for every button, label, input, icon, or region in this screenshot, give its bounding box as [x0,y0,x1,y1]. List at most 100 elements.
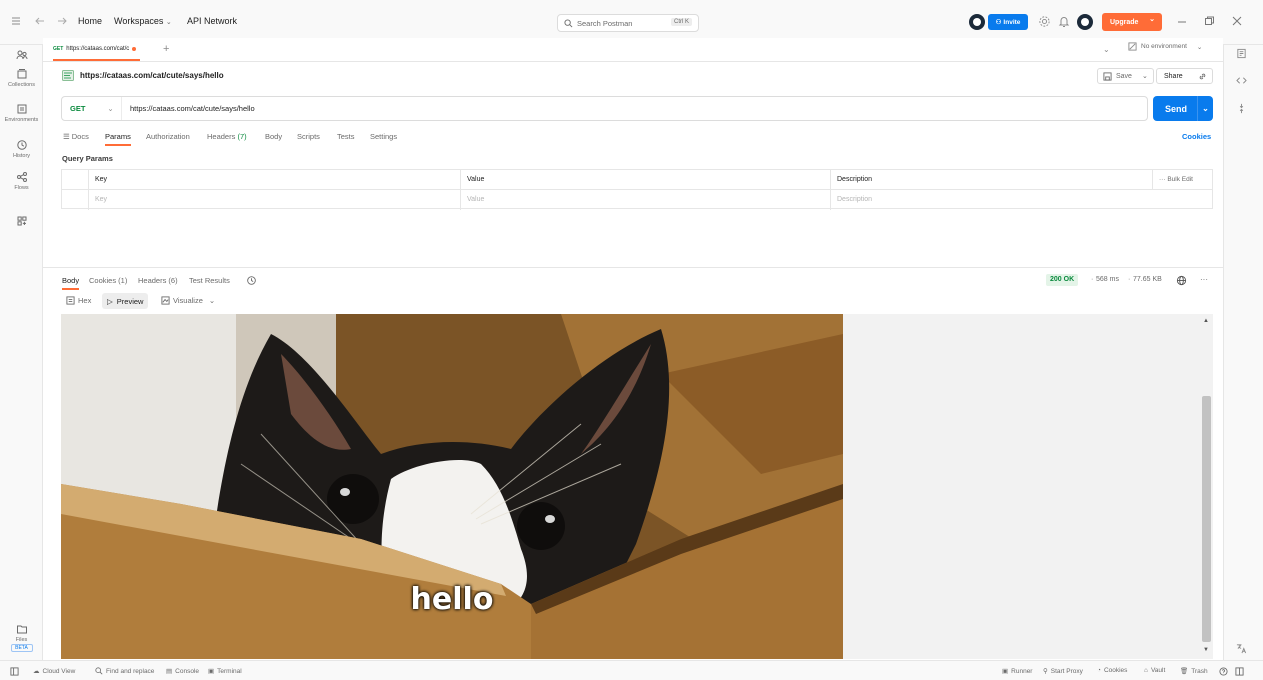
environment-selector[interactable]: No environment ⌄ [1128,42,1202,51]
response-tab-headers[interactable]: Headers (6) [138,276,178,285]
view-mode-visualize[interactable]: Visualize ⌄ [161,296,215,305]
profile-avatar[interactable] [1077,14,1093,30]
console-button[interactable]: ▤ Console [166,667,199,676]
share-button[interactable]: Share [1156,68,1213,84]
avatar[interactable] [969,14,985,30]
menu-icon[interactable] [10,15,22,27]
scroll-up-arrow-icon[interactable]: ▲ [1203,318,1209,324]
nav-workspaces[interactable]: Workspaces ⌄ [114,16,172,26]
response-tab-body[interactable]: Body [62,276,80,290]
bulk-edit-button[interactable]: ··· Bulk Edit [1152,170,1214,190]
response-time[interactable]: 568 ms [1096,276,1119,283]
tab-list-chevron-icon[interactable]: ⌄ [1103,45,1110,54]
vault-button[interactable]: ⌂ Vault [1144,667,1165,674]
tab-scripts[interactable]: Scripts [297,132,320,141]
scroll-down-arrow-icon[interactable]: ▼ [1203,647,1209,653]
more-options-icon[interactable]: ··· [1200,275,1208,284]
image-caption: hello [410,582,494,617]
play-icon: ▷ [107,296,113,306]
column-value-header: Value [460,170,830,190]
forward-arrow-icon[interactable] [56,15,68,27]
restore-window-icon[interactable] [1203,15,1215,27]
view-mode-hex[interactable]: Hex [66,296,91,305]
send-button[interactable]: Send ⌄ [1153,96,1213,121]
sidebar-item-collections[interactable]: Collections [0,68,43,88]
tab-docs[interactable]: ☰ Docs [63,132,89,141]
right-rail [1223,45,1263,660]
view-mode-preview[interactable]: ▷ Preview [102,293,149,309]
back-arrow-icon[interactable] [34,15,46,27]
url-input[interactable]: https://cataas.com/cat/cute/says/hello [122,104,1147,113]
send-options-chevron-icon[interactable]: ⌄ [1197,96,1213,121]
trash-button[interactable]: 🗑 Trash [1180,667,1208,676]
pane-divider[interactable] [43,267,1223,268]
sidebar-item-flows[interactable]: Flows [0,171,43,191]
value-input[interactable]: Value [460,190,830,210]
layout-toggle-icon[interactable] [1235,667,1244,676]
response-separator: · [1091,276,1094,283]
code-snippet-icon[interactable] [1236,75,1247,86]
cookies-button[interactable]: ◔ Cookies [1097,667,1127,674]
tab-settings[interactable]: Settings [370,132,397,141]
tab-params[interactable]: Params [105,132,131,146]
save-button[interactable]: Save ⌄ [1097,68,1154,84]
sidebar-item-add-workbench[interactable] [0,215,43,229]
upgrade-button[interactable]: Upgrade ⌄ [1102,13,1162,31]
tab-tests[interactable]: Tests [337,132,355,141]
cat-image: hello [61,314,843,659]
trash-icon: 🗑 [1180,668,1189,675]
sidebar-item-history[interactable]: History [0,139,43,159]
start-proxy-button[interactable]: ⚲ Start Proxy [1043,667,1083,676]
invite-button[interactable]: ⚇ Invite [988,14,1028,30]
trash-label: Trash [1191,667,1208,675]
documentation-icon[interactable] [1236,48,1247,59]
nav-api-network[interactable]: API Network [187,16,237,26]
table-header-row: Key Value Description ··· Bulk Edit [62,170,1212,190]
expand-icon[interactable] [1236,103,1247,114]
description-input[interactable]: Description [830,190,1214,210]
chevron-down-icon: ⌄ [165,19,172,26]
cookies-link[interactable]: Cookies [1182,132,1211,141]
key-input[interactable]: Key [88,190,460,210]
translate-icon[interactable] [1236,643,1247,654]
share-label: Share [1164,72,1183,80]
cookie-icon: ◔ [1097,667,1101,674]
tab-body[interactable]: Body [265,132,282,141]
runner-button[interactable]: ▣ Runner [1002,667,1032,676]
sidebar-item-team[interactable] [0,49,43,63]
cloud-view-button[interactable]: ☁ Cloud View [33,667,75,676]
add-workbench-icon [17,216,27,226]
response-tab-cookies[interactable]: Cookies (1) [89,276,127,285]
response-size[interactable]: 77.65 KB [1133,276,1162,283]
sidebar-item-environments[interactable]: Environments [0,103,43,123]
scrollbar-thumb[interactable] [1202,396,1211,642]
status-bar: ☁ Cloud View Find and replace ▤ Console … [0,660,1263,680]
find-replace-button[interactable]: Find and replace [95,667,154,675]
settings-gear-icon[interactable] [1038,15,1051,28]
tab-headers[interactable]: Headers (7) [207,132,247,141]
upgrade-label: Upgrade [1110,18,1139,26]
new-tab-plus-icon[interactable]: + [163,43,169,55]
query-params-title: Query Params [62,154,113,163]
cookies-label: Cookies [1103,667,1128,674]
minimize-icon[interactable] [1176,15,1188,27]
globe-icon[interactable] [1176,275,1187,286]
tab-authorization[interactable]: Authorization [146,132,190,141]
nav-home[interactable]: Home [78,16,102,26]
terminal-button[interactable]: ▣ Terminal [208,667,242,676]
request-title[interactable]: https://cataas.com/cat/cute/says/hello [80,71,224,80]
team-icon [16,50,27,60]
sidebar-item-files[interactable]: Files BETA [0,623,43,652]
preview-scrollbar[interactable]: ▲ ▼ [1200,314,1213,659]
search-input[interactable]: Search Postman Ctrl K [557,14,699,32]
toggle-sidebar-icon[interactable] [10,667,19,676]
close-icon[interactable] [1231,15,1243,27]
response-history-icon[interactable] [246,275,257,286]
notification-bell-icon[interactable] [1058,15,1070,28]
response-tab-test-results[interactable]: Test Results [189,276,230,285]
tab-request[interactable]: GET https://cataas.com/cat/c [53,38,141,61]
column-key-header: Key [88,170,460,190]
status-badge[interactable]: 200 OK [1046,274,1079,286]
help-icon[interactable] [1219,667,1228,676]
method-select[interactable]: GET ⌄ [62,97,122,120]
